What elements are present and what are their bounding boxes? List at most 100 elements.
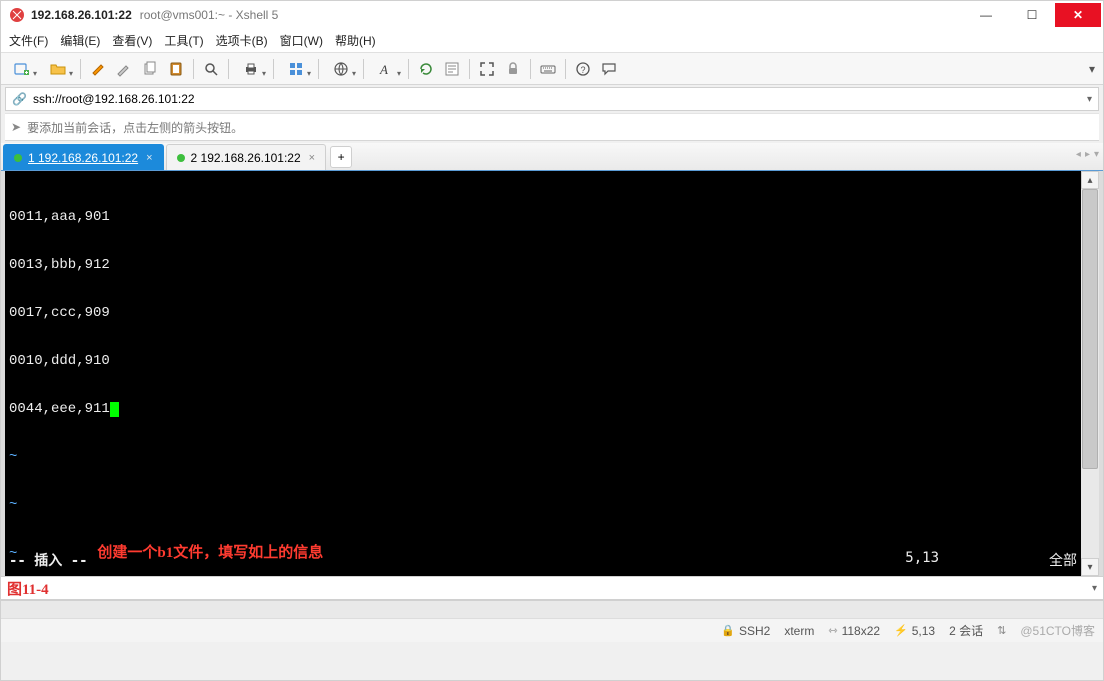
menu-help[interactable]: 帮助(H) [329,29,382,52]
tab-bar: 1 192.168.26.101:22 × 2 192.168.26.101:2… [1,143,1103,171]
status-transfer-icon[interactable]: ⇅ [997,624,1006,637]
scroll-down-button[interactable]: ▾ [1081,558,1099,576]
address-dropdown[interactable]: ▾ [1087,94,1092,105]
paste-button[interactable] [164,57,188,81]
vim-scroll: 全部 [1049,550,1077,570]
terminal-tilde: ~ [9,449,1077,465]
lightning-icon: ⚡ [894,624,908,637]
terminal-line: 0013,bbb,912 [9,257,1077,273]
tab-list-button[interactable]: ▾ [1094,149,1099,160]
menu-tabs[interactable]: 选项卡(B) [210,29,274,52]
vertical-scrollbar[interactable]: ▴ ▾ [1081,171,1099,576]
arrow-forward-icon[interactable]: ➤ [11,120,21,134]
menu-tools[interactable]: 工具(T) [158,29,209,52]
status-sessions: 2 会话 [949,622,983,639]
terminal-line: 0011,aaa,901 [9,209,1077,225]
tab-nav: ◂ ▸ ▾ [1076,149,1099,160]
tab-label: 1 192.168.26.101:22 [28,151,138,165]
terminal-tilde: ~ [9,497,1077,513]
scroll-up-button[interactable]: ▴ [1081,171,1099,189]
terminal-line: 0017,ccc,909 [9,305,1077,321]
separator [318,59,319,79]
tab-close-button[interactable]: × [309,152,315,164]
menu-window[interactable]: 窗口(W) [274,29,329,52]
tab-add-button[interactable]: + [330,146,352,168]
separator [408,59,409,79]
svg-text:A: A [379,62,388,77]
keyboard-button[interactable] [536,57,560,81]
edit-button[interactable] [112,57,136,81]
link-icon: 🔗 [12,92,27,106]
cursor [110,402,119,417]
tab-next-button[interactable]: ▸ [1085,149,1090,160]
separator [80,59,81,79]
minimize-button[interactable]: — [963,3,1009,27]
status-term-type: xterm [784,624,814,638]
window-controls: — ☐ ✕ [963,3,1101,27]
font-button[interactable]: A▾ [369,57,403,81]
dimension-icon: ⇿ [828,624,837,637]
lock-icon: 🔒 [721,624,735,637]
figure-label: 图11-4 [7,578,49,599]
properties-button[interactable]: ▾ [279,57,313,81]
separator [228,59,229,79]
maximize-button[interactable]: ☐ [1009,3,1055,27]
svg-text:?: ? [581,65,586,75]
status-window-size: ⇿118x22 [828,624,880,638]
status-protocol: 🔒SSH2 [721,624,770,638]
footer-dropdown[interactable]: ▾ [1092,583,1097,594]
info-text: 要添加当前会话，点击左侧的箭头按钮。 [27,119,243,136]
vim-status-line: -- 插入 -- 5,13 全部 [9,550,1077,570]
separator [530,59,531,79]
chat-button[interactable] [597,57,621,81]
toolbar: ▾ ▾ ▾ ▾ ▾ A▾ ? ▾ [1,53,1103,85]
session-tab-1[interactable]: 1 192.168.26.101:22 × [3,144,164,170]
open-button[interactable]: ▾ [41,57,75,81]
separator [565,59,566,79]
vim-cursor-pos: 5,13 [905,550,939,570]
new-session-button[interactable]: ▾ [5,57,39,81]
terminal[interactable]: 0011,aaa,901 0013,bbb,912 0017,ccc,909 0… [5,171,1081,576]
status-bar: 🔒SSH2 xterm ⇿118x22 ⚡5,13 2 会话 ⇅ @51CTO博… [1,618,1103,642]
print-button[interactable]: ▾ [234,57,268,81]
terminal-line: 0044,eee,911 [9,401,1077,417]
footer-label-bar: 图11-4 ▾ [1,576,1103,600]
separator [273,59,274,79]
copy-button[interactable] [138,57,162,81]
toolbar-overflow[interactable]: ▾ [1085,54,1099,84]
terminal-container: 0011,aaa,901 0013,bbb,912 0017,ccc,909 0… [1,171,1103,576]
tab-label: 2 192.168.26.101:22 [191,151,301,165]
window-title-main: 192.168.26.101:22 [31,8,132,22]
highlight-button[interactable] [86,57,110,81]
scroll-thumb[interactable] [1082,189,1098,469]
separator [363,59,364,79]
tab-prev-button[interactable]: ◂ [1076,149,1081,160]
refresh-button[interactable] [414,57,438,81]
menu-view[interactable]: 查看(V) [106,29,158,52]
script-button[interactable] [440,57,464,81]
vim-mode: -- 插入 -- [9,550,88,570]
separator [469,59,470,79]
menu-edit[interactable]: 编辑(E) [54,29,106,52]
status-dot-icon [177,154,185,162]
app-icon [9,7,25,23]
menu-file[interactable]: 文件(F) [3,29,54,52]
status-cursor: ⚡5,13 [894,624,935,638]
encoding-button[interactable]: ▾ [324,57,358,81]
lock-button[interactable] [501,57,525,81]
scroll-track[interactable] [1081,189,1099,558]
watermark: @51CTO博客 [1020,622,1095,639]
session-tab-2[interactable]: 2 192.168.26.101:22 × [166,144,327,170]
updown-icon: ⇅ [997,624,1006,637]
address-bar[interactable]: 🔗 ssh://root@192.168.26.101:22 ▾ [5,87,1099,111]
fullscreen-button[interactable] [475,57,499,81]
separator [193,59,194,79]
search-button[interactable] [199,57,223,81]
address-text: ssh://root@192.168.26.101:22 [33,92,195,106]
horizontal-scrollbar[interactable] [1,600,1103,618]
help-button[interactable]: ? [571,57,595,81]
close-button[interactable]: ✕ [1055,3,1101,27]
title-bar: 192.168.26.101:22 root@vms001:~ - Xshell… [1,1,1103,29]
tab-close-button[interactable]: × [146,152,152,164]
info-bar: ➤ 要添加当前会话，点击左侧的箭头按钮。 [5,113,1099,141]
